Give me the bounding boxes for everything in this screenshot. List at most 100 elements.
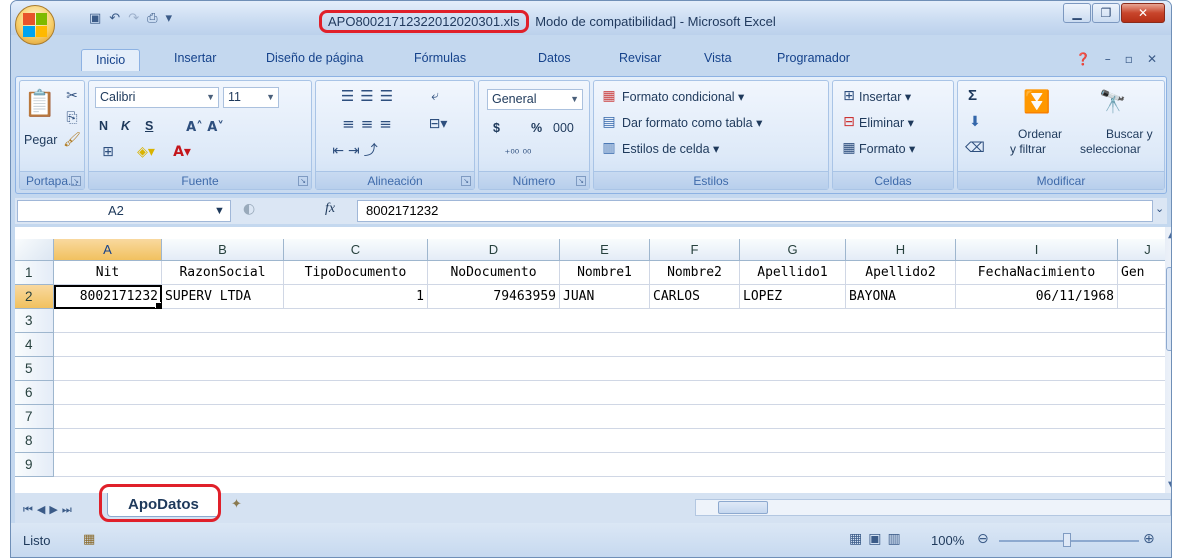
formula-input[interactable]: 8002171232: [357, 200, 1153, 222]
grow-shrink-font-icon[interactable]: A˄ A˅: [185, 117, 225, 137]
help-icon[interactable]: ❓: [1076, 52, 1091, 66]
alignment-launcher-icon[interactable]: ↘: [461, 176, 471, 186]
number-format-combo[interactable]: General ▼: [487, 89, 583, 110]
maximize-button[interactable]: ❐: [1092, 3, 1120, 23]
col-header-d[interactable]: D: [428, 239, 560, 261]
cell[interactable]: LOPEZ: [740, 285, 846, 309]
tab-vista[interactable]: Vista: [704, 51, 732, 65]
cell-styles-button[interactable]: Estilos de celda ▾: [622, 141, 719, 156]
insert-function-icon[interactable]: fx: [325, 201, 335, 217]
name-box[interactable]: A2 ▼: [17, 200, 231, 222]
empty-cells[interactable]: [54, 405, 1165, 429]
row-header[interactable]: 1: [15, 261, 54, 285]
row-header[interactable]: 2: [15, 285, 54, 309]
cell[interactable]: BAYONA: [846, 285, 956, 309]
format-cells-button[interactable]: Formato ▾: [859, 141, 915, 156]
customize-toolbar-icon[interactable]: ▾: [166, 11, 173, 26]
print-preview-icon[interactable]: ⎙: [147, 11, 157, 26]
autosum-button[interactable]: Σ: [968, 87, 977, 104]
row-header[interactable]: 9: [15, 453, 54, 477]
minimize-workbook-icon[interactable]: –: [1105, 52, 1111, 66]
vertical-scrollbar[interactable]: ▲ ▼: [1165, 227, 1171, 493]
sheet-nav-arrows-icon[interactable]: ⏮◀▶⏭: [23, 503, 76, 517]
thousands-button[interactable]: 000: [553, 121, 574, 135]
vertical-align-icons[interactable]: ☰☰☰: [322, 85, 418, 107]
cell[interactable]: 79463959: [428, 285, 560, 309]
zoom-in-icon[interactable]: ⊕: [1143, 531, 1155, 547]
cell[interactable]: JUAN: [560, 285, 650, 309]
currency-button[interactable]: $: [493, 121, 500, 135]
wrap-text-icon[interactable]: ⤶: [424, 85, 446, 107]
scroll-up-icon[interactable]: ▲: [1168, 229, 1171, 240]
col-header-h[interactable]: H: [846, 239, 956, 261]
office-button[interactable]: [15, 5, 55, 45]
copy-icon[interactable]: ⎘: [64, 109, 80, 127]
cell[interactable]: NoDocumento: [428, 261, 560, 285]
paste-icon[interactable]: 📋: [24, 87, 56, 121]
row-header[interactable]: 4: [15, 333, 54, 357]
col-header-i[interactable]: I: [956, 239, 1118, 261]
cell[interactable]: 06/11/1968: [956, 285, 1118, 309]
tab-programador[interactable]: Programador: [777, 51, 850, 65]
minimize-button[interactable]: ▁: [1063, 3, 1091, 23]
vertical-scroll-thumb[interactable]: [1166, 267, 1171, 351]
empty-cells[interactable]: [54, 357, 1165, 381]
cell[interactable]: Apellido2: [846, 261, 956, 285]
cell[interactable]: 1: [284, 285, 428, 309]
empty-cells[interactable]: [54, 429, 1165, 453]
col-header-b[interactable]: B: [162, 239, 284, 261]
cell[interactable]: Nombre2: [650, 261, 740, 285]
empty-cells[interactable]: [54, 309, 1165, 333]
cell[interactable]: RazonSocial: [162, 261, 284, 285]
macro-record-icon[interactable]: ▦: [83, 532, 95, 547]
col-header-j[interactable]: J: [1118, 239, 1165, 261]
underline-button[interactable]: S: [145, 119, 153, 133]
font-color-icon[interactable]: A▾: [167, 143, 197, 161]
paste-button[interactable]: Pegar: [24, 133, 57, 147]
fill-color-icon[interactable]: ◈▾: [131, 143, 161, 161]
zoom-level[interactable]: 100%: [931, 533, 964, 548]
insert-sheet-icon[interactable]: ✦: [231, 497, 242, 512]
empty-cells[interactable]: [54, 333, 1165, 357]
col-header-g[interactable]: G: [740, 239, 846, 261]
bold-button[interactable]: N: [99, 119, 108, 133]
scroll-down-icon[interactable]: ▼: [1168, 480, 1171, 491]
tab-revisar[interactable]: Revisar: [619, 51, 661, 65]
tab-insertar[interactable]: Insertar: [174, 51, 216, 65]
cell[interactable]: TipoDocumento: [284, 261, 428, 285]
zoom-slider-thumb[interactable]: [1063, 533, 1071, 547]
font-launcher-icon[interactable]: ↘: [298, 176, 308, 186]
row-header[interactable]: 8: [15, 429, 54, 453]
font-name-combo[interactable]: Calibri ▼: [95, 87, 219, 108]
save-icon[interactable]: ▣: [89, 11, 101, 26]
col-header-c[interactable]: C: [284, 239, 428, 261]
find-select-line2[interactable]: seleccionar: [1080, 142, 1141, 156]
delete-cells-button[interactable]: Eliminar ▾: [859, 115, 914, 130]
cell[interactable]: SUPERV LTDA: [162, 285, 284, 309]
active-cell[interactable]: 8002171232: [54, 285, 162, 309]
format-as-table-button[interactable]: Dar formato como tabla ▾: [622, 115, 762, 130]
cell[interactable]: Nombre1: [560, 261, 650, 285]
borders-icon[interactable]: ⊞: [97, 143, 119, 161]
row-header[interactable]: 3: [15, 309, 54, 333]
horizontal-scroll-thumb[interactable]: [718, 501, 768, 514]
tab-formulas[interactable]: Fórmulas: [414, 51, 466, 65]
cell[interactable]: Gen: [1118, 261, 1165, 285]
select-all-corner[interactable]: [15, 239, 54, 261]
chevron-down-icon[interactable]: ▼: [214, 201, 225, 221]
conditional-format-button[interactable]: Formato condicional ▾: [622, 89, 744, 104]
cell[interactable]: [1118, 285, 1165, 309]
fill-icon[interactable]: ⬇: [966, 113, 984, 131]
tab-diseno-pagina[interactable]: Diseño de página: [266, 51, 363, 65]
cell[interactable]: FechaNacimiento: [956, 261, 1118, 285]
cut-icon[interactable]: ✂: [64, 87, 80, 105]
view-buttons-icon[interactable]: ▦▣▥: [849, 531, 907, 547]
col-header-f[interactable]: F: [650, 239, 740, 261]
tab-inicio[interactable]: Inicio: [81, 49, 141, 71]
redo-icon[interactable]: ↷: [128, 11, 139, 26]
number-launcher-icon[interactable]: ↘: [576, 176, 586, 186]
merge-center-icon[interactable]: ⊟▾: [424, 113, 452, 135]
empty-cells[interactable]: [54, 453, 1165, 477]
cell[interactable]: CARLOS: [650, 285, 740, 309]
col-header-e[interactable]: E: [560, 239, 650, 261]
